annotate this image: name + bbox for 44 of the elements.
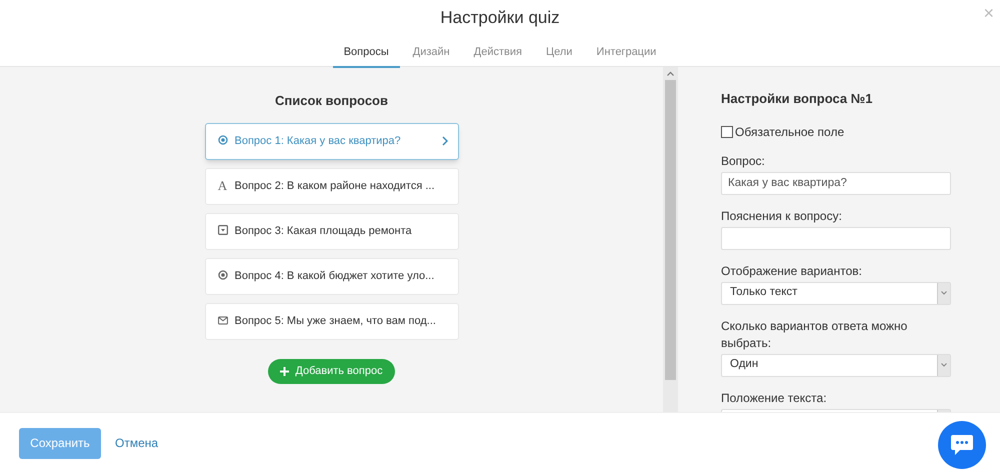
radio-icon xyxy=(218,135,228,145)
field-label: Положение текста: xyxy=(721,390,828,406)
question-label: Вопрос 4: В какой бюджет хотите уло... xyxy=(234,268,436,284)
tab[interactable]: Дизайн xyxy=(402,40,461,68)
chat-icon xyxy=(950,434,974,456)
question-item[interactable]: Вопрос 4: В какой бюджет хотите уло... xyxy=(204,258,458,294)
chevron-right-icon xyxy=(442,136,448,146)
section-title: Список вопросов xyxy=(274,92,388,110)
tab[interactable]: Цели xyxy=(534,40,584,68)
tab[interactable]: Действия xyxy=(462,40,533,68)
input-field[interactable]: Какая у вас квартира? xyxy=(721,172,951,194)
envelope-icon xyxy=(218,316,228,324)
caret-icon xyxy=(941,291,947,295)
letter-icon: A xyxy=(218,178,228,192)
field-label: Пояснения к вопросу: xyxy=(721,208,843,224)
select-field[interactable]: Один xyxy=(721,354,951,376)
plus-icon xyxy=(280,366,290,376)
caret-icon xyxy=(941,363,947,367)
add-question-button[interactable]: Добавить вопрос xyxy=(268,358,395,384)
question-label: Вопрос 5: Мы уже знаем, что вам под... xyxy=(234,314,437,328)
cancel-link[interactable]: Отмена xyxy=(115,434,158,452)
question-label: Вопрос 3: Какая площадь ремонта xyxy=(234,224,413,238)
question-item[interactable]: A Вопрос 2: В каком районе находится ... xyxy=(204,168,458,204)
question-item[interactable]: Вопрос 3: Какая площадь ремонта xyxy=(204,212,458,250)
scrollbar[interactable] xyxy=(663,67,678,412)
radio-icon xyxy=(218,270,228,280)
dropdown-icon xyxy=(218,225,228,235)
field-label: Вопрос: xyxy=(721,152,766,170)
window-title: Настройки quiz xyxy=(440,7,560,29)
input-field[interactable] xyxy=(721,226,951,250)
select-field[interactable]: Только текст xyxy=(721,282,951,304)
question-item[interactable]: Вопрос 1: Какая у вас квартира? xyxy=(204,122,458,160)
save-button[interactable]: Сохранить xyxy=(19,428,101,458)
checkbox[interactable] xyxy=(721,126,733,138)
settings-title: Настройки вопроса №1 xyxy=(721,90,874,108)
scroll-up-icon xyxy=(667,71,674,76)
field-label: Сколько вариантов ответа можно выбрать: xyxy=(721,318,908,352)
tab[interactable]: Интеграции xyxy=(585,40,668,68)
chat-button[interactable] xyxy=(938,421,986,469)
question-item[interactable]: Вопрос 5: Мы уже знаем, что вам под... xyxy=(204,302,458,340)
field-label: Отображение вариантов: xyxy=(721,262,863,280)
checkbox-label: Обязательное поле xyxy=(735,124,844,140)
question-label: Вопрос 2: В каком районе находится ... xyxy=(234,178,436,194)
question-label: Вопрос 1: Какая у вас квартира? xyxy=(234,134,402,148)
